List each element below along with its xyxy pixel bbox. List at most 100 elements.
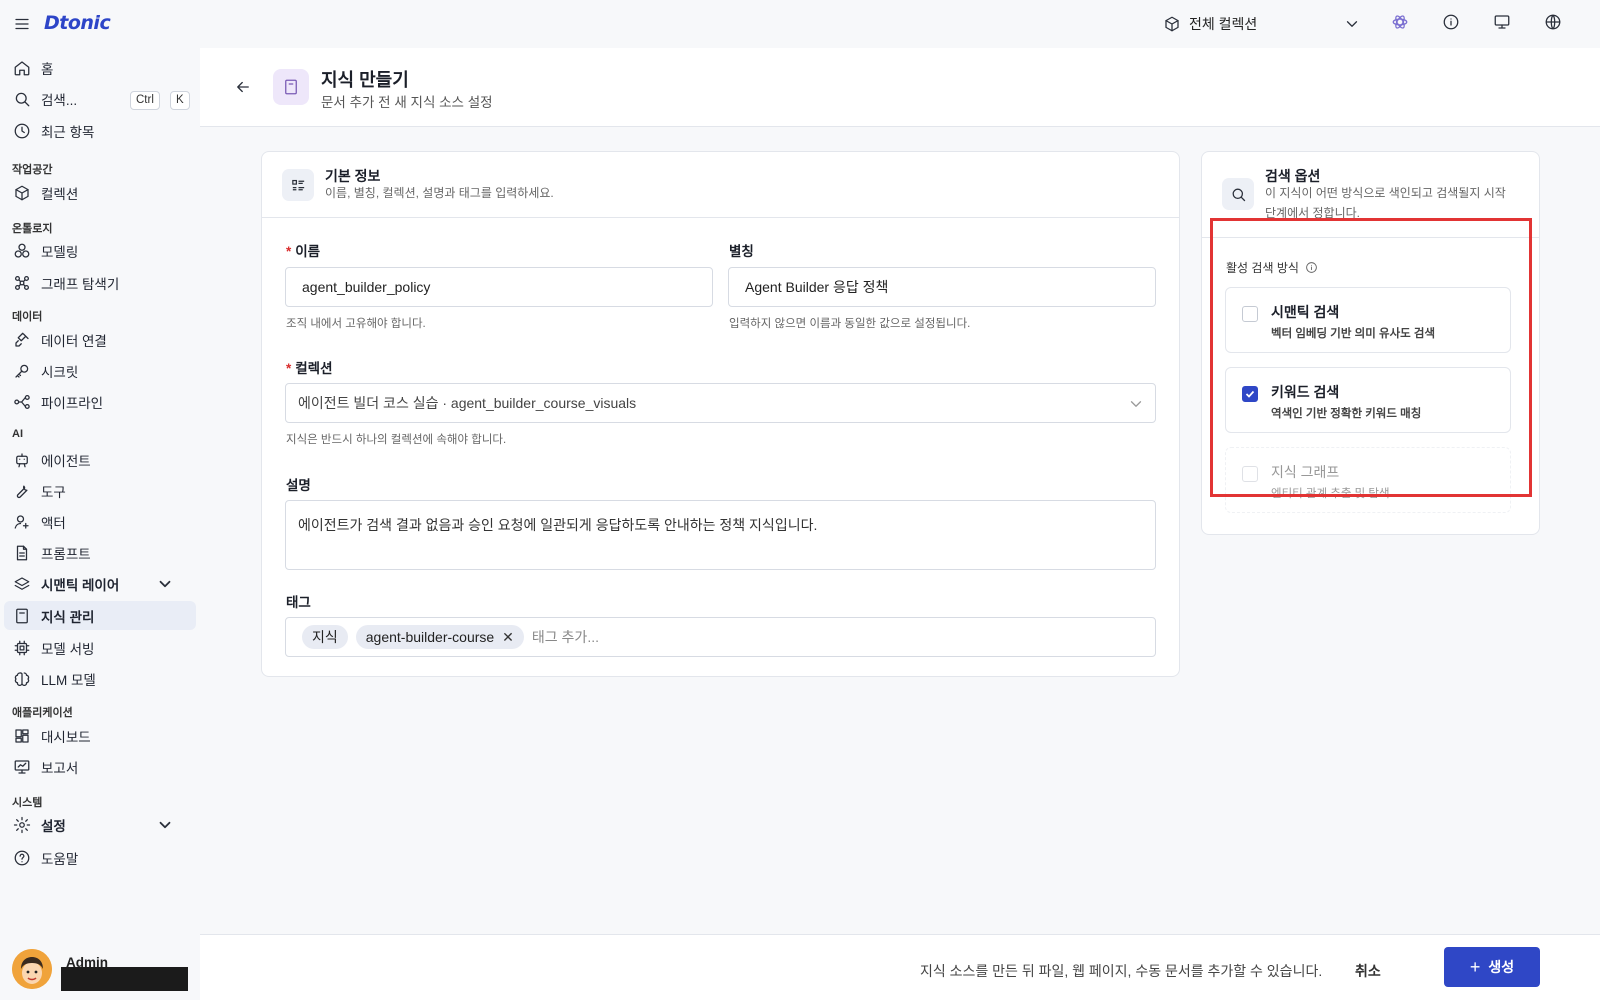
sidebar-item-agent[interactable]: 에이전트 — [4, 445, 196, 474]
sidebar-item-label: 모델 서빙 — [41, 641, 95, 657]
info-icon[interactable] — [1441, 12, 1461, 32]
section-ontology: 온톨로지 — [12, 223, 53, 235]
chevron-down-icon — [1127, 395, 1145, 413]
arrow-left-icon[interactable] — [234, 78, 252, 96]
section-data: 데이터 — [12, 311, 43, 323]
chevron-down-icon[interactable] — [156, 816, 174, 834]
sidebar-item-label: 도움말 — [41, 851, 79, 867]
collection-select[interactable]: 에이전트 빌더 코스 실습 · agent_builder_course_vis… — [285, 383, 1156, 423]
sidebar-item-prompt[interactable]: 프롬프트 — [4, 538, 196, 567]
alias-input[interactable]: Agent Builder 응답 정책 — [728, 267, 1156, 307]
sidebar-item-modeling[interactable]: 모델링 — [4, 236, 196, 265]
footer-note: 지식 소스를 만든 뒤 파일, 웹 페이지, 수동 문서를 추가할 수 있습니다… — [920, 963, 1323, 979]
section-apps: 애플리케이션 — [12, 707, 73, 719]
graph-icon — [13, 274, 31, 292]
description-label: 설명 — [286, 478, 311, 493]
sidebar-item-model-serving[interactable]: 모델 서빙 — [4, 633, 196, 662]
collection-selector[interactable]: 전체 컬렉션 — [1163, 12, 1361, 36]
page-subtitle: 문서 추가 전 새 지식 소스 설정 — [321, 95, 493, 110]
sidebar-item-collection[interactable]: 컬렉션 — [4, 178, 196, 207]
chevron-down-icon[interactable] — [156, 575, 174, 593]
close-icon[interactable]: ✕ — [502, 629, 514, 646]
sidebar-item-label: LLM 모델 — [41, 672, 96, 688]
search-icon — [13, 90, 31, 108]
hamburger-menu-icon[interactable] — [12, 14, 32, 34]
page-header: 지식 만들기 문서 추가 전 새 지식 소스 설정 — [200, 48, 1600, 127]
globe-icon[interactable] — [1543, 12, 1563, 32]
collection-selector-label: 전체 컬렉션 — [1189, 16, 1258, 32]
sidebar-item-semantic-layer[interactable]: 시맨틱 레이어 — [4, 569, 196, 598]
cube-icon — [13, 184, 31, 202]
alias-label: 별칭 — [729, 244, 754, 259]
sidebar-item-data-connection[interactable]: 데이터 연결 — [4, 325, 196, 354]
sidebar-item-label: 설정 — [41, 818, 66, 834]
search-options-subtitle: 이 지식이 어떤 방식으로 색인되고 검색될지 시작 단계에서 정합니다. — [1265, 186, 1506, 220]
search-icon — [1222, 178, 1254, 210]
sidebar-item-report[interactable]: 보고서 — [4, 752, 196, 781]
collection-label: * 컬렉션 — [286, 361, 333, 376]
sidebar-item-label: 모델링 — [41, 244, 79, 260]
chevron-down-icon — [1343, 15, 1361, 33]
sidebar-item-label: 컬렉션 — [41, 186, 79, 202]
sidebar-item-tool[interactable]: 도구 — [4, 476, 196, 505]
highlight-box — [1210, 218, 1532, 497]
wrench-icon — [13, 482, 31, 500]
sidebar-item-pipeline[interactable]: 파이프라인 — [4, 387, 196, 416]
presentation-icon — [13, 758, 31, 776]
atom-icon[interactable] — [1390, 12, 1410, 32]
avatar — [12, 949, 52, 989]
sidebar-item-label: 도구 — [41, 484, 66, 500]
user-gear-icon — [13, 513, 31, 531]
sidebar-item-dashboard[interactable]: 대시보드 — [4, 721, 196, 750]
cpu-icon — [13, 639, 31, 657]
sidebar-item-settings[interactable]: 설정 — [4, 810, 196, 839]
sidebar-item-secret[interactable]: 시크릿 — [4, 356, 196, 385]
sidebar-item-help[interactable]: 도움말 — [4, 843, 196, 872]
sidebar-item-search[interactable]: 검색... Ctrl K — [4, 84, 196, 113]
tags-input[interactable]: 지식 agent-builder-course ✕ 태그 추가... — [285, 617, 1156, 657]
name-label: * 이름 — [286, 244, 321, 259]
brain-icon — [13, 670, 31, 688]
sidebar-item-label: 홈 — [41, 61, 54, 77]
plug-icon — [13, 331, 31, 349]
shortcut-ctrl-key: Ctrl — [130, 91, 160, 110]
sidebar-item-label: 보고서 — [41, 760, 79, 776]
top-bar: Dtonic 전체 컬렉션 — [0, 0, 1600, 48]
sidebar-item-label: 액터 — [41, 515, 66, 531]
name-input[interactable]: agent_builder_policy — [285, 267, 713, 307]
tag-chip: 지식 — [302, 625, 348, 649]
basic-info-header: 기본 정보 이름, 별칭, 컬렉션, 설명과 태그를 입력하세요. — [262, 152, 1179, 218]
document-icon — [13, 544, 31, 562]
sidebar-item-knowledge[interactable]: 지식 관리 — [4, 601, 196, 630]
dashboard-icon — [13, 727, 31, 745]
sidebar-item-llm-model[interactable]: LLM 모델 — [4, 664, 196, 693]
user-profile[interactable]: Admin — [12, 949, 188, 991]
sidebar-item-label: 시맨틱 레이어 — [41, 577, 120, 593]
layers-icon — [13, 575, 31, 593]
sidebar-item-graph-explorer[interactable]: 그래프 탐색기 — [4, 268, 196, 297]
basic-info-subtitle: 이름, 별칭, 컬렉션, 설명과 태그를 입력하세요. — [325, 186, 554, 200]
create-button[interactable]: + 생성 — [1444, 947, 1540, 987]
app-logo[interactable]: Dtonic — [44, 12, 111, 34]
cube-icon — [1163, 15, 1181, 33]
sidebar-item-label: 프롬프트 — [41, 546, 91, 562]
clock-icon — [13, 122, 31, 140]
book-icon — [13, 607, 31, 625]
sidebar-item-actor[interactable]: 액터 — [4, 507, 196, 536]
page-title: 지식 만들기 — [321, 70, 409, 90]
cancel-button[interactable]: 취소 — [1355, 961, 1381, 981]
monitor-icon[interactable] — [1492, 12, 1512, 32]
sidebar-item-label: 시크릿 — [41, 364, 79, 380]
sidebar-item-label: 대시보드 — [41, 729, 91, 745]
sidebar-item-home[interactable]: 홈 — [4, 53, 196, 82]
section-system: 시스템 — [12, 797, 43, 809]
tag-chip: agent-builder-course ✕ — [355, 625, 524, 649]
sidebar-item-recent[interactable]: 최근 항목 — [4, 116, 196, 145]
pipeline-icon — [13, 393, 31, 411]
sidebar-item-label: 데이터 연결 — [41, 333, 107, 349]
description-textarea[interactable]: 에이전트가 검색 결과 없음과 승인 요청에 일관되게 응답하도록 안내하는 정… — [285, 500, 1156, 570]
gear-icon — [13, 816, 31, 834]
sidebar-item-label: 그래프 탐색기 — [41, 276, 120, 292]
sidebar-item-label: 에이전트 — [41, 453, 91, 469]
collection-help: 지식은 반드시 하나의 컬렉션에 속해야 합니다. — [286, 434, 507, 446]
